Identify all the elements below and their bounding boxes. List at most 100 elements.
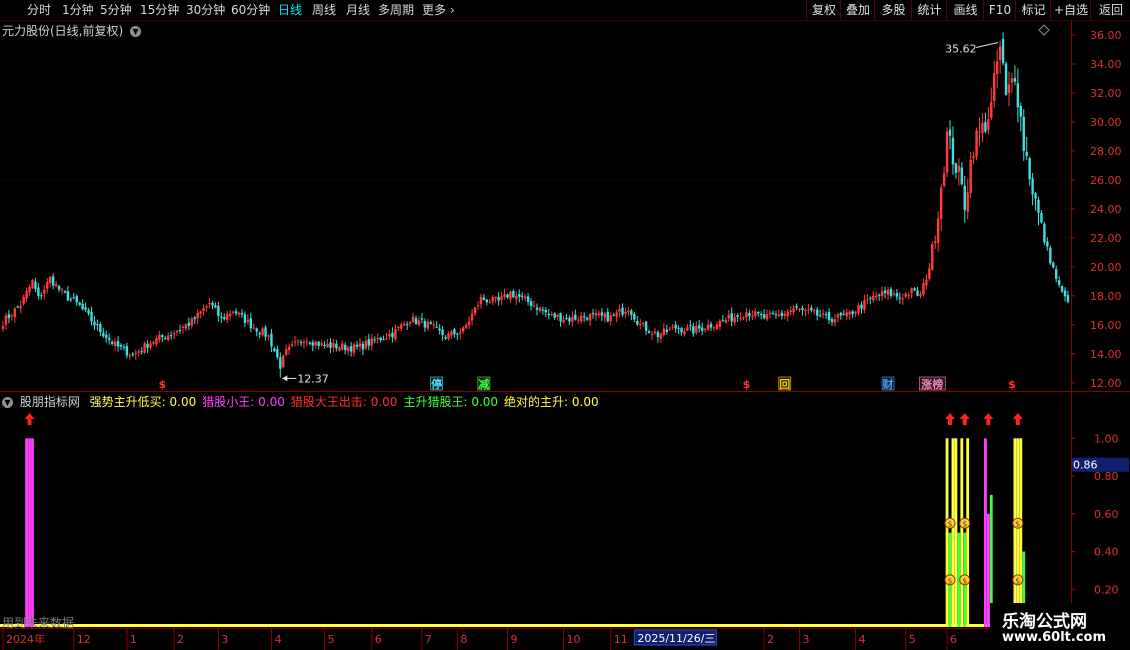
candle-body	[818, 315, 822, 317]
x-tick-label: 2	[767, 633, 774, 646]
candle-body	[588, 314, 592, 321]
event-marker: $	[1008, 378, 1016, 391]
candle-body	[556, 315, 559, 318]
candle-body	[934, 241, 937, 244]
candle-body	[497, 296, 500, 301]
candle-body	[963, 185, 966, 211]
candle-body	[987, 119, 990, 130]
candle-body	[49, 276, 52, 284]
period-tab-7[interactable]: 周线	[312, 2, 336, 18]
toolbar-button-0[interactable]: 复权	[806, 0, 841, 20]
candle-body	[807, 309, 810, 311]
period-tab-9[interactable]: 多周期	[378, 2, 414, 18]
candle-body	[928, 268, 931, 279]
candle-body	[491, 296, 494, 302]
candle-body	[866, 299, 869, 301]
indicator-legend-label: 强势主升低买:	[89, 395, 166, 409]
indicator-bar	[1019, 438, 1023, 627]
x-tick-label: 6	[375, 633, 382, 646]
candle-body	[857, 304, 860, 313]
x-tick-label: 2	[177, 633, 184, 646]
candle-body	[503, 293, 506, 297]
candle-body	[633, 313, 636, 320]
x-tick-label: 11	[614, 633, 628, 646]
toolbar-button-7[interactable]: +自选	[1050, 0, 1091, 20]
candle-body	[562, 319, 565, 323]
candle-body	[69, 299, 73, 301]
period-tab-2[interactable]: 5分钟	[100, 2, 132, 18]
candle-body	[184, 324, 188, 329]
candle-body	[349, 346, 353, 352]
period-tab-0[interactable]: 分时	[27, 2, 51, 18]
candle-body	[621, 307, 624, 315]
candle-body	[231, 311, 235, 313]
candle-body	[771, 312, 775, 314]
candle-body	[901, 298, 904, 300]
period-tab-4[interactable]: 30分钟	[186, 2, 225, 18]
toolbar-button-6[interactable]: 标记	[1015, 0, 1051, 20]
price-tick-label: 18.00	[1090, 290, 1122, 303]
candle-body	[314, 341, 317, 346]
period-tab-8[interactable]: 月线	[346, 2, 370, 18]
candle-body	[751, 315, 754, 317]
candle-body	[512, 290, 515, 298]
watermark-url: www.60lt.com	[1002, 630, 1107, 645]
period-tab-5[interactable]: 60分钟	[231, 2, 270, 18]
candle-body	[140, 351, 143, 353]
indicator-legend-label: 绝对的主升:	[504, 395, 569, 409]
toolbar-button-3[interactable]: 统计	[911, 0, 947, 20]
candle-body	[780, 312, 784, 316]
candle-body	[202, 308, 205, 312]
period-tab-1[interactable]: 1分钟	[62, 2, 94, 18]
chevron-right-icon[interactable]: ›	[450, 2, 455, 18]
toolbar-button-4[interactable]: 画线	[946, 0, 984, 20]
candle-body	[686, 327, 689, 331]
candle-body	[470, 313, 474, 321]
candle-body	[93, 321, 96, 326]
candle-body	[464, 324, 468, 328]
candle-body	[966, 192, 969, 212]
candle-body	[84, 307, 87, 310]
candle-body	[108, 338, 111, 340]
candle-body	[1025, 151, 1028, 157]
toolbar-button-8[interactable]: 返回	[1090, 0, 1130, 20]
period-tab-6[interactable]: 日线	[278, 2, 302, 18]
candle-body	[883, 290, 887, 294]
candle-body	[839, 313, 843, 316]
candle-body	[816, 309, 819, 316]
candle-body	[736, 315, 739, 317]
period-tab-3[interactable]: 15分钟	[140, 2, 179, 18]
indicator-title-row: ▼ 股朋指标网 强势主升低买: 0.00 猎股小王: 0.00 猎股大王出击: 0.…	[2, 393, 599, 410]
stock-chart[interactable]: 12.0014.0016.0018.0020.0022.0024.0026.00…	[0, 0, 1130, 650]
chevron-down-circle-icon[interactable]: ▼	[2, 397, 13, 408]
candle-body	[981, 122, 984, 134]
candle-body	[515, 295, 518, 300]
period-tab-10[interactable]: 更多	[422, 2, 446, 18]
x-tick-label: 4	[859, 633, 866, 646]
candle-body	[668, 328, 671, 330]
candle-body	[113, 341, 117, 346]
candle-body	[922, 283, 925, 295]
chevron-down-circle-icon[interactable]: ▼	[130, 26, 142, 37]
candle-body	[925, 279, 928, 286]
candle-body	[214, 305, 217, 308]
candle-body	[978, 131, 981, 133]
toolbar-button-2[interactable]: 多股	[874, 0, 912, 20]
candle-body	[695, 326, 698, 333]
indicator-legend-0: 强势主升低买: 0.00	[90, 395, 197, 409]
candle-body	[1016, 83, 1020, 108]
candle-body	[712, 327, 716, 329]
toolbar-button-5[interactable]: F10	[983, 0, 1016, 20]
candle-body	[270, 333, 273, 347]
candle-body	[385, 338, 388, 340]
candle-body	[709, 323, 713, 328]
price-tick-label: 22.00	[1090, 232, 1122, 245]
candle-body	[473, 307, 477, 314]
candle-body	[329, 342, 332, 348]
candle-body	[167, 335, 170, 340]
indicator-tick-label: 0.60	[1094, 508, 1119, 521]
indicator-legend-3: 主升猎股王: 0.00	[403, 395, 498, 409]
candle-body	[754, 311, 757, 317]
toolbar-button-1[interactable]: 叠加	[840, 0, 875, 20]
candle-body	[683, 331, 686, 335]
